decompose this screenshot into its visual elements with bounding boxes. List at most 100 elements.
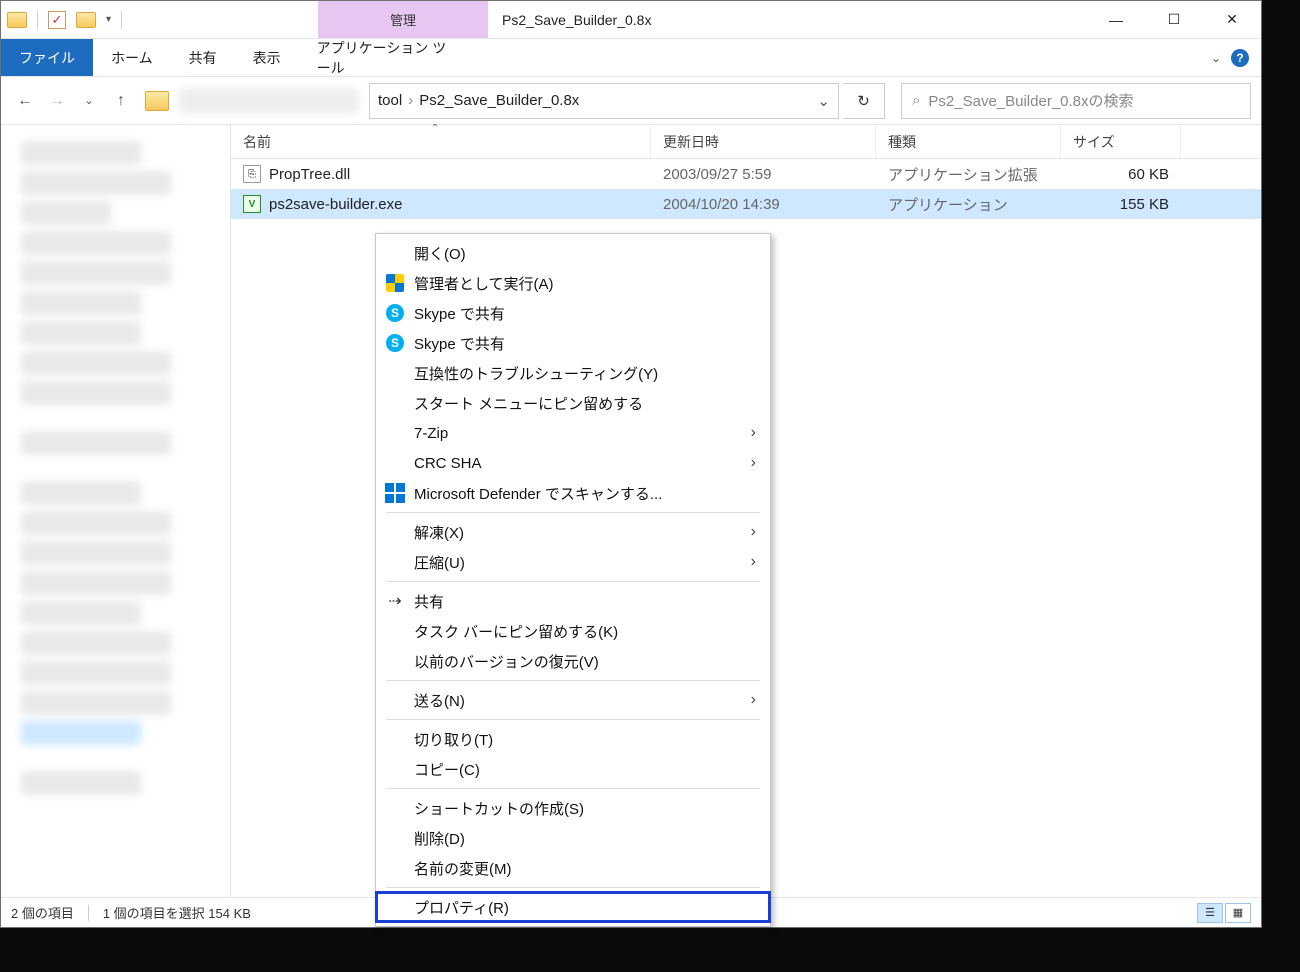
title-bar: ✓ ▾ 管理 Ps2_Save_Builder_0.8x ― ☐ ✕: [1, 1, 1261, 39]
file-type: アプリケーション拡張: [876, 164, 1061, 185]
sidebar-item[interactable]: [21, 481, 141, 505]
file-row[interactable]: ⎘ PropTree.dll 2003/09/27 5:59 アプリケーション拡…: [231, 159, 1261, 189]
ctx-pin-start[interactable]: スタート メニューにピン留めする: [376, 388, 770, 418]
qat-dropdown-icon[interactable]: ▾: [106, 14, 111, 25]
ctx-compat-troubleshoot[interactable]: 互換性のトラブルシューティング(Y): [376, 358, 770, 388]
file-size: 60 KB: [1061, 166, 1181, 183]
ctx-rename[interactable]: 名前の変更(M): [376, 853, 770, 883]
chevron-right-icon: ›: [751, 691, 756, 709]
home-tab[interactable]: ホーム: [93, 39, 171, 76]
ctx-open[interactable]: 開く(O): [376, 238, 770, 268]
file-date: 2003/09/27 5:59: [651, 166, 876, 183]
sidebar-item[interactable]: [21, 381, 171, 405]
sidebar-item[interactable]: [21, 141, 141, 165]
ribbon-collapse-icon[interactable]: ⌄: [1211, 51, 1221, 65]
ctx-share[interactable]: ⇢共有: [376, 586, 770, 616]
separator: [121, 11, 122, 29]
minimize-button[interactable]: ―: [1087, 1, 1145, 38]
ctx-compress[interactable]: 圧縮(U)›: [376, 547, 770, 577]
ctx-copy[interactable]: コピー(C): [376, 754, 770, 784]
shield-icon: [386, 274, 404, 292]
ctx-properties[interactable]: プロパティ(R): [376, 892, 770, 922]
maximize-button[interactable]: ☐: [1145, 1, 1203, 38]
breadcrumb-segment[interactable]: Ps2_Save_Builder_0.8x: [419, 92, 579, 109]
ctx-skype-share[interactable]: SSkype で共有: [376, 298, 770, 328]
forward-button[interactable]: →: [43, 87, 71, 115]
sidebar-item[interactable]: [21, 201, 111, 225]
sidebar-item[interactable]: [21, 321, 141, 345]
explorer-window: ✓ ▾ 管理 Ps2_Save_Builder_0.8x ― ☐ ✕ ファイル …: [0, 0, 1262, 928]
sidebar-item[interactable]: [21, 511, 171, 535]
ctx-cut[interactable]: 切り取り(T): [376, 724, 770, 754]
ctx-pin-taskbar[interactable]: タスク バーにピン留めする(K): [376, 616, 770, 646]
column-header-name[interactable]: 名前: [231, 125, 651, 158]
history-dropdown-icon[interactable]: ⌄: [75, 87, 103, 115]
search-input[interactable]: ⌕ Ps2_Save_Builder_0.8xの検索: [901, 83, 1251, 119]
share-icon: ⇢: [384, 590, 406, 612]
up-button[interactable]: ↑: [107, 87, 135, 115]
file-date: 2004/10/20 14:39: [651, 196, 876, 213]
column-header-date[interactable]: 更新日時: [651, 125, 876, 158]
column-header-type[interactable]: 種類: [876, 125, 1061, 158]
defender-icon: [385, 483, 405, 503]
ctx-defender-scan[interactable]: Microsoft Defender でスキャンする...: [376, 478, 770, 508]
app-tools-tab[interactable]: アプリケーション ツール: [299, 39, 469, 76]
sidebar-item[interactable]: [21, 631, 171, 655]
share-tab[interactable]: 共有: [171, 39, 235, 76]
column-header-size[interactable]: サイズ: [1061, 125, 1181, 158]
close-button[interactable]: ✕: [1203, 1, 1261, 38]
search-placeholder: Ps2_Save_Builder_0.8xの検索: [928, 90, 1133, 111]
sidebar-item[interactable]: [21, 431, 171, 455]
ctx-restore-previous[interactable]: 以前のバージョンの復元(V): [376, 646, 770, 676]
view-tab[interactable]: 表示: [235, 39, 299, 76]
ribbon-context-label: 管理: [318, 1, 488, 38]
details-view-button[interactable]: ☰: [1197, 903, 1223, 923]
file-name: PropTree.dll: [269, 166, 350, 183]
address-dropdown-icon[interactable]: ⌄: [817, 92, 830, 110]
sidebar-item[interactable]: [21, 171, 171, 195]
item-count: 2 個の項目: [11, 903, 74, 922]
separator: [386, 887, 760, 888]
back-button[interactable]: ←: [11, 87, 39, 115]
sidebar-item[interactable]: [21, 541, 171, 565]
address-bar[interactable]: tool › Ps2_Save_Builder_0.8x ⌄: [369, 83, 839, 119]
refresh-button[interactable]: ↻: [843, 83, 885, 119]
folder-icon: [7, 12, 27, 28]
sidebar-item[interactable]: [21, 351, 171, 375]
file-row[interactable]: V ps2save-builder.exe 2004/10/20 14:39 ア…: [231, 189, 1261, 219]
ctx-run-as-admin[interactable]: 管理者として実行(A): [376, 268, 770, 298]
navigation-pane[interactable]: [1, 125, 231, 897]
help-icon[interactable]: ?: [1231, 49, 1249, 67]
icons-view-button[interactable]: ▦: [1225, 903, 1251, 923]
sidebar-item[interactable]: [21, 571, 171, 595]
ctx-skype-share[interactable]: SSkype で共有: [376, 328, 770, 358]
sidebar-item[interactable]: [21, 261, 171, 285]
file-name: ps2save-builder.exe: [269, 196, 402, 213]
sidebar-item[interactable]: [21, 721, 141, 745]
ctx-7zip[interactable]: 7-Zip›: [376, 418, 770, 448]
sidebar-item[interactable]: [21, 291, 141, 315]
chevron-right-icon: ›: [751, 424, 756, 442]
sidebar-item[interactable]: [21, 231, 171, 255]
sidebar-item[interactable]: [21, 661, 171, 685]
ctx-extract[interactable]: 解凍(X)›: [376, 517, 770, 547]
sort-indicator-icon: ⌃: [431, 123, 439, 134]
ctx-crc-sha[interactable]: CRC SHA›: [376, 448, 770, 478]
sidebar-item[interactable]: [21, 691, 171, 715]
folder-icon: [76, 12, 96, 28]
sidebar-item[interactable]: [21, 601, 141, 625]
separator: [37, 11, 38, 29]
chevron-right-icon: ›: [751, 523, 756, 541]
breadcrumb-segment[interactable]: tool: [378, 92, 402, 109]
ctx-create-shortcut[interactable]: ショートカットの作成(S): [376, 793, 770, 823]
separator: [386, 680, 760, 681]
file-tab[interactable]: ファイル: [1, 39, 93, 76]
file-size: 155 KB: [1061, 196, 1181, 213]
sidebar-item[interactable]: [21, 771, 141, 795]
chevron-right-icon[interactable]: ›: [408, 92, 413, 109]
properties-qat-icon[interactable]: ✓: [48, 11, 66, 29]
separator: [386, 719, 760, 720]
ctx-delete[interactable]: 削除(D): [376, 823, 770, 853]
window-title: Ps2_Save_Builder_0.8x: [488, 1, 665, 38]
ctx-send-to[interactable]: 送る(N)›: [376, 685, 770, 715]
